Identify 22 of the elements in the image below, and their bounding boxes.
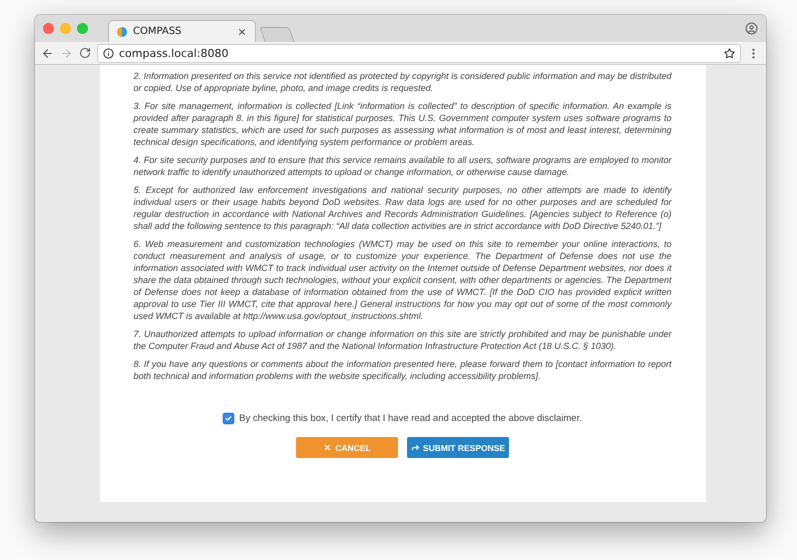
disclaimer-paragraph: 5. Except for authorized law enforcement investigations and national security purposes, no other attempts are made to identify individual users or their usage habits beyond DoD websites. Raw data logs are used for no other purposes and are scheduled for regular destruction in accordance with National Archives and Records Administration Guidelines. [Agencies subject to Reference (o) shall add the following sentence to this paragraph: “All data collection activities are in strict accordance with DoD Directive 5240.01.”]: [134, 184, 672, 232]
check-icon: [225, 415, 232, 422]
disclaimer-paragraph: 8. If you have any questions or comments about the information presented here, please forward them to [contact information to report both technical and information problems with the website specifically, including accessibility problems].: [134, 358, 672, 382]
reload-icon[interactable]: [79, 47, 91, 59]
agree-checkbox[interactable]: [223, 413, 234, 424]
user-icon[interactable]: [745, 22, 758, 35]
submit-button[interactable]: SUBMIT RESPONSE: [407, 437, 509, 458]
close-icon[interactable]: [237, 26, 247, 36]
agree-label: By checking this box, I certify that I have read and accepted the above disclaimer.: [239, 413, 582, 424]
close-icon: [323, 443, 332, 452]
disclaimer-paragraph: 7. Unauthorized attempts to upload information or change information on this site are strictly prohibited and may be punishable under the Computer Fraud and Abuse Act of 1987 and the National Information Infrastructure Protection Act (18 U.S.C. § 1030).: [134, 328, 672, 352]
compass-logo-icon: [117, 26, 127, 36]
disclaimer-paragraph: 4. For site security purposes and to ensure that this service remains available to all users, software programs are employed to monitor network traffic to identify unauthorized attempts to upload or change information, or otherwise cause damage.: [134, 154, 672, 178]
address-bar[interactable]: compass.local:8080: [97, 44, 741, 62]
browser-tab[interactable]: COMPASS: [108, 20, 256, 42]
star-icon[interactable]: [724, 48, 735, 58]
share-arrow-icon: [410, 443, 420, 452]
disclaimer-paragraph: 6. Web measurement and customization technologies (WMCT) may be used on this site to remember your online interactions, to conduct measurement and analysis of usage, or to customize your experience. The Department of Defense does not use the information associated with WMCT to track individual user activity on the Internet outside of Defense Department websites, nor does it share the data obtained through such technologies, without your explicit consent, with other departments or agencies. The Department of Defense does not keep a database of information obtained from the use of WMCT. [If the DoD CIO has provided explicit written approval to use Tier III WMCT, cite that approval here.] General instructions for how you may opt out of some of the most commonly used WMCT is available at http://www.usa.gov/optout_instructions.shtml.: [134, 238, 672, 322]
back-icon[interactable]: [41, 46, 54, 60]
disclaimer-paragraph: 2. Information presented on this service not identified as protected by copyright is considered public information and may be distributed or copied. Use of appropriate byline, photo, and image credits is requested.: [134, 70, 672, 94]
info-icon: [103, 48, 114, 58]
disclaimer-paragraph: 3. For site management, information is collected [Link “information is collected” to description of specific information. An example is provided after paragraph 8. in this figure] for statistical purposes. This U.S. Government computer system uses software programs to create summary statistics, which are used for such purposes as assessing what information is of most and least interest, determining technical design specifications, and identifying system performance or problem areas.: [134, 100, 672, 148]
